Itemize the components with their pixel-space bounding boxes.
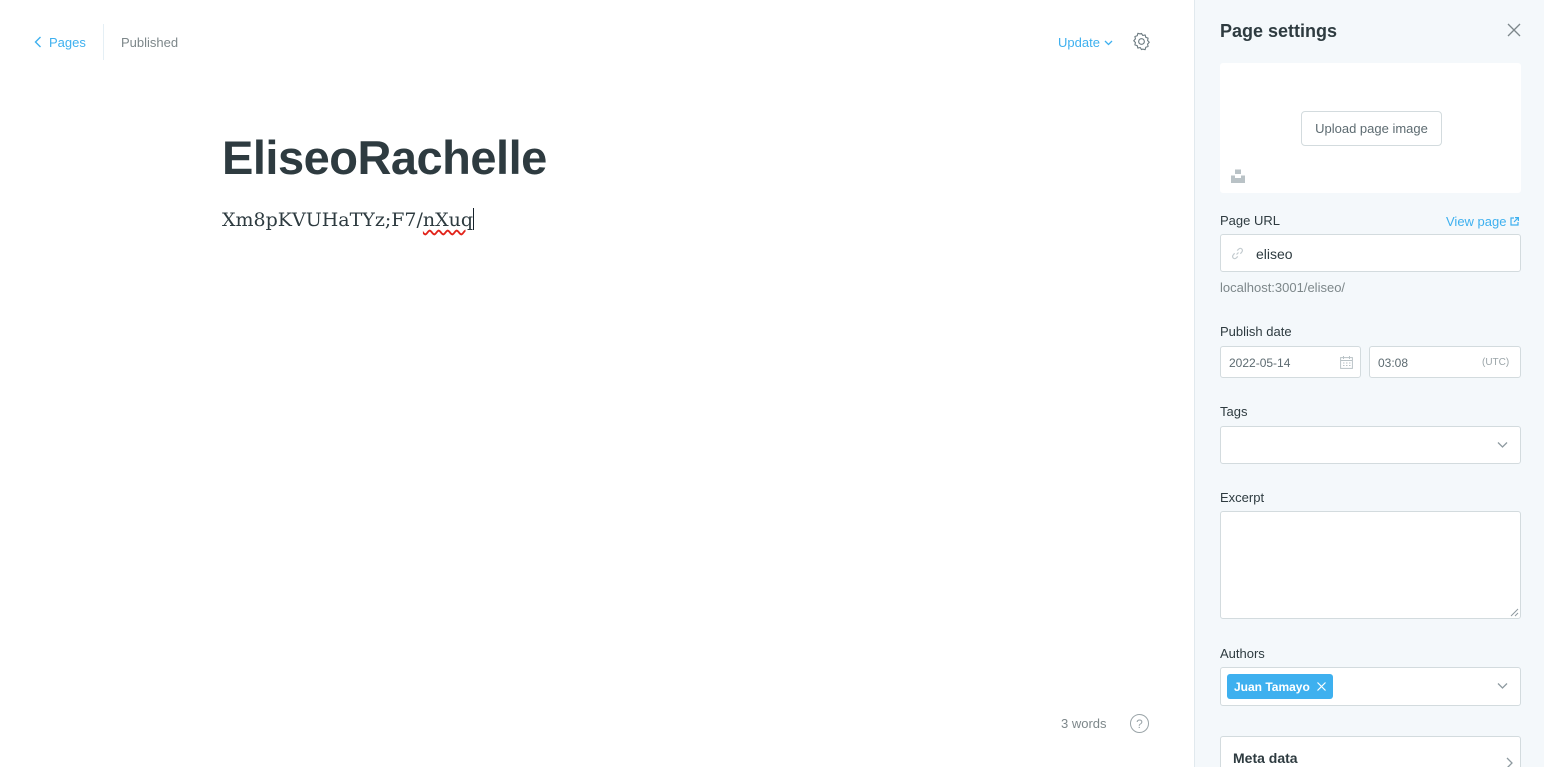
publish-date-label: Publish date bbox=[1220, 324, 1292, 339]
header-divider bbox=[103, 24, 104, 60]
editor-header: Pages Published Update bbox=[0, 0, 1194, 84]
publish-date-input[interactable]: 2022-05-14 bbox=[1220, 346, 1361, 378]
author-token[interactable]: Juan Tamayo bbox=[1227, 674, 1333, 699]
post-status: Published bbox=[121, 35, 179, 50]
publish-date-value: 2022-05-14 bbox=[1229, 356, 1291, 370]
question-circle-icon: ? bbox=[1136, 716, 1143, 731]
page-url-value: eliseo bbox=[1256, 246, 1293, 262]
upload-page-image-button[interactable]: Upload page image bbox=[1301, 111, 1442, 146]
resize-handle-icon[interactable] bbox=[1509, 607, 1519, 617]
back-link-label: Pages bbox=[49, 34, 86, 50]
text-caret bbox=[473, 208, 475, 230]
timezone-label: (UTC) bbox=[1482, 357, 1510, 368]
view-page-link[interactable]: View page bbox=[1446, 214, 1520, 229]
chevron-down-icon bbox=[1104, 40, 1113, 45]
authors-label: Authors bbox=[1220, 646, 1265, 661]
page-settings-panel: Page settings Upload page image Page URL… bbox=[1194, 0, 1544, 767]
help-button[interactable]: ? bbox=[1130, 714, 1149, 733]
close-settings-button[interactable] bbox=[1507, 23, 1523, 39]
gear-icon bbox=[1133, 32, 1150, 51]
update-button-label: Update bbox=[1058, 35, 1100, 50]
excerpt-label: Excerpt bbox=[1220, 490, 1265, 505]
author-name: Juan Tamayo bbox=[1234, 679, 1310, 694]
chevron-down-icon bbox=[1497, 442, 1508, 448]
chevron-left-icon bbox=[34, 36, 41, 48]
meta-data-section[interactable]: Meta data bbox=[1220, 736, 1521, 767]
link-icon bbox=[1232, 247, 1243, 260]
calendar-icon[interactable] bbox=[1340, 356, 1353, 369]
panel-title: Page settings bbox=[1220, 21, 1338, 41]
chevron-right-icon bbox=[1506, 757, 1513, 767]
meta-data-label: Meta data bbox=[1233, 750, 1298, 766]
post-body-text: Xm8pKVUHaTYz;F7/ bbox=[222, 209, 423, 231]
chevron-down-icon bbox=[1497, 683, 1508, 689]
word-count: 3 words bbox=[1061, 716, 1107, 731]
post-body-editor[interactable]: Xm8pKVUHaTYz;F7/nXuq bbox=[222, 208, 475, 231]
view-page-label: View page bbox=[1446, 214, 1507, 229]
page-image-dropzone[interactable]: Upload page image bbox=[1220, 63, 1521, 193]
misspelled-word: nXuq bbox=[422, 209, 474, 231]
page-url-input[interactable]: eliseo bbox=[1220, 234, 1521, 272]
editor-pane: Pages Published Update EliseoRachelle Xm… bbox=[0, 0, 1194, 767]
publish-time-input[interactable]: 03:08 (UTC) bbox=[1369, 346, 1521, 378]
back-to-pages-link[interactable]: Pages bbox=[34, 33, 86, 51]
settings-toggle-button[interactable] bbox=[1132, 32, 1152, 52]
post-title[interactable]: EliseoRachelle bbox=[222, 130, 547, 185]
external-link-icon bbox=[1510, 217, 1520, 226]
unsplash-icon[interactable] bbox=[1231, 169, 1245, 183]
tags-label: Tags bbox=[1220, 404, 1248, 419]
page-url-preview: localhost:3001/eliseo/ bbox=[1220, 280, 1346, 295]
publish-time-value: 03:08 bbox=[1378, 356, 1409, 370]
authors-select[interactable]: Juan Tamayo bbox=[1220, 667, 1521, 706]
update-button[interactable]: Update bbox=[1058, 35, 1113, 50]
excerpt-textarea[interactable] bbox=[1220, 511, 1521, 619]
page-url-label: Page URL bbox=[1220, 213, 1280, 228]
close-icon bbox=[1507, 23, 1521, 37]
remove-author-icon[interactable] bbox=[1316, 682, 1326, 691]
tags-select[interactable] bbox=[1220, 426, 1521, 464]
